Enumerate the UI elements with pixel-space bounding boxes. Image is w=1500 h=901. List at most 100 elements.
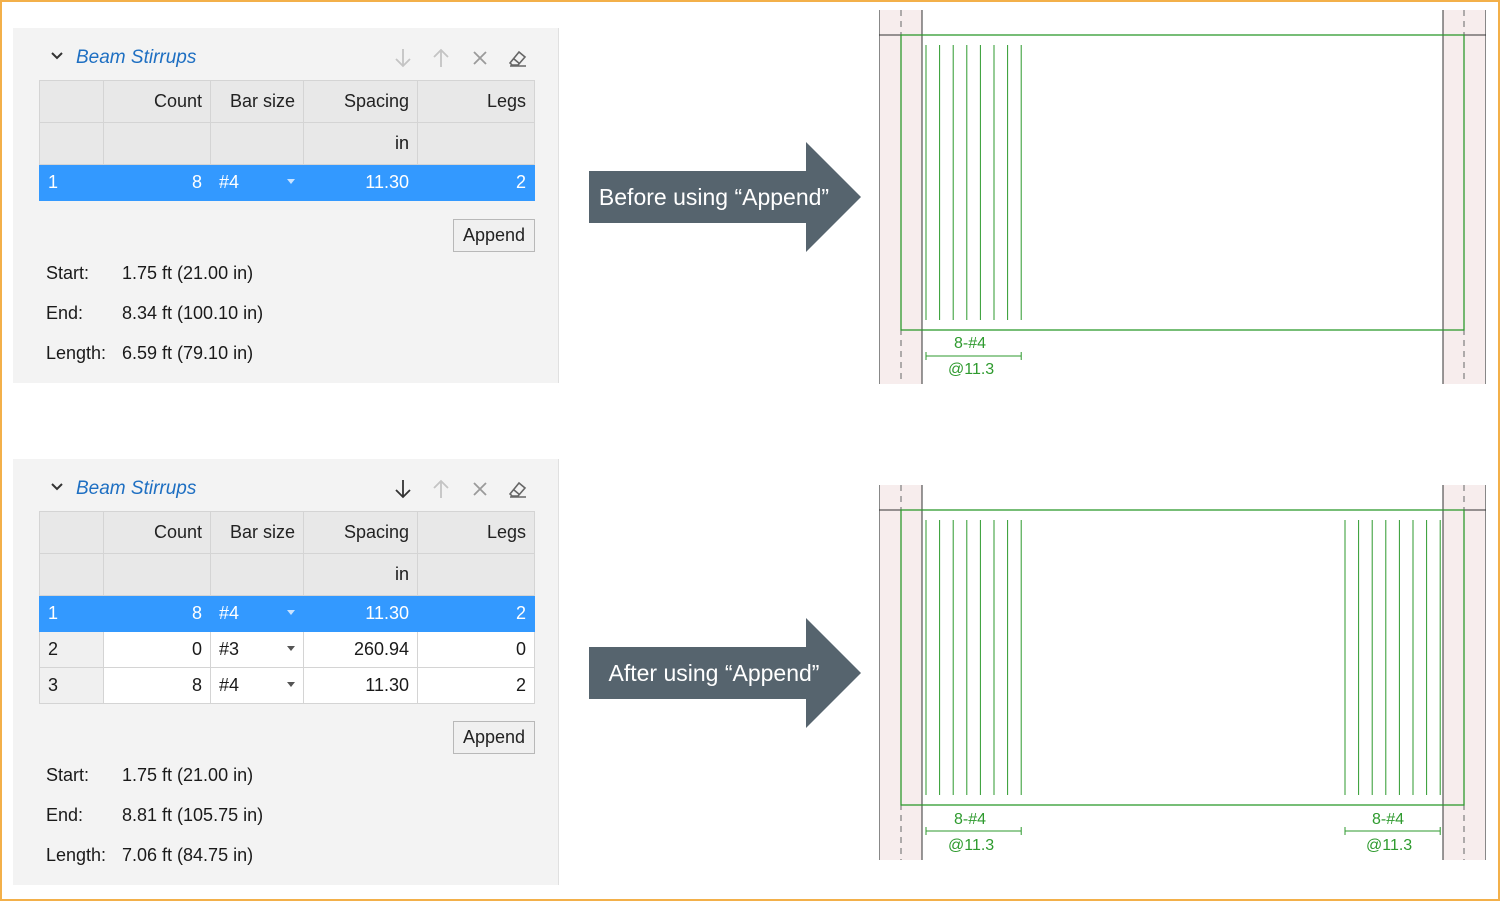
bar-size-value: #4: [219, 172, 240, 192]
end-value: 8.34 ft (100.10 in): [122, 303, 264, 323]
eraser-icon[interactable]: [506, 46, 530, 70]
table-units-row: in: [39, 122, 535, 165]
table-header-row: Count Bar size Spacing Legs: [39, 511, 535, 554]
move-down-icon[interactable]: [391, 477, 415, 501]
spacing-cell[interactable]: 11.30: [303, 164, 418, 201]
legs-cell[interactable]: 2: [417, 667, 535, 704]
panel-header: Beam Stirrups: [13, 473, 559, 505]
legs-cell[interactable]: 2: [417, 164, 535, 201]
table-row[interactable]: 2 0 #3 260.94 0: [39, 631, 535, 668]
count-cell[interactable]: 8: [103, 164, 211, 201]
length-value: 6.59 ft (79.10 in): [122, 343, 254, 363]
column-header-bar-size[interactable]: Bar size: [210, 511, 304, 554]
stirrup-spacing-label: @11.3: [1366, 837, 1413, 854]
beam-stirrups-panel-before: Beam Stirrups Count Bar size Spacing Leg…: [13, 28, 559, 383]
spacing-cell[interactable]: 260.94: [303, 631, 418, 668]
dropdown-arrow-icon[interactable]: [287, 682, 295, 687]
column-header-count[interactable]: Count: [103, 511, 211, 554]
spacing-cell[interactable]: 11.30: [303, 595, 418, 632]
panel-title: Beam Stirrups: [76, 47, 197, 68]
start-value: 1.75 ft (21.00 in): [122, 263, 254, 283]
spacing-cell[interactable]: 11.30: [303, 667, 418, 704]
row-index[interactable]: 2: [39, 631, 104, 668]
move-down-icon[interactable]: [391, 46, 415, 70]
dropdown-arrow-icon[interactable]: [287, 610, 295, 615]
move-up-icon[interactable]: [429, 477, 453, 501]
beam-elevation-drawing: [879, 10, 1486, 384]
bar-size-value: #3: [219, 639, 240, 659]
unit-cell: [103, 122, 211, 165]
unit-cell-spacing: in: [303, 553, 418, 596]
unit-cell: [417, 553, 535, 596]
dropdown-arrow-icon[interactable]: [287, 179, 295, 184]
row-index[interactable]: 1: [39, 164, 104, 201]
end-label: End:: [46, 805, 84, 825]
unit-cell: [210, 553, 304, 596]
callout-before-text: Before using “Append”: [598, 183, 830, 210]
length-value: 7.06 ft (84.75 in): [122, 845, 254, 865]
callout-after-text: After using “Append”: [608, 659, 820, 686]
bar-size-dropdown[interactable]: #4: [210, 164, 304, 201]
count-cell[interactable]: 8: [103, 595, 211, 632]
beam-stirrups-panel-after: Beam Stirrups Count Bar size Spacing Leg…: [13, 459, 559, 885]
start-label: Start:: [46, 263, 90, 283]
end-label: End:: [46, 303, 84, 323]
unit-cell: [417, 122, 535, 165]
table-header-row: Count Bar size Spacing Legs: [39, 80, 535, 123]
unit-cell: [39, 553, 104, 596]
collapse-chevron-icon[interactable]: [49, 479, 65, 495]
length-label: Length:: [46, 845, 107, 865]
beam-elevation-drawing: [879, 485, 1486, 860]
column-header-count[interactable]: Count: [103, 80, 211, 123]
length-label: Length:: [46, 343, 107, 363]
table-row[interactable]: 1 8 #4 11.30 2: [39, 164, 535, 201]
beam-outline: [900, 509, 1465, 806]
append-button[interactable]: Append: [453, 721, 535, 754]
column-header-index: [39, 80, 104, 123]
unit-cell: [210, 122, 304, 165]
legs-cell[interactable]: 2: [417, 595, 535, 632]
beam-elevation-before: 8-#4 @11.3: [879, 10, 1486, 384]
column-header-legs[interactable]: Legs: [417, 80, 535, 123]
dimension-line: [925, 352, 1022, 360]
move-up-icon[interactable]: [429, 46, 453, 70]
stirrup-count-label: 8-#4: [954, 335, 987, 352]
unit-cell: [39, 122, 104, 165]
bar-size-value: #4: [219, 675, 240, 695]
stirrups-table: Count Bar size Spacing Legs in 1 8 #4 11…: [39, 511, 535, 704]
collapse-chevron-icon[interactable]: [49, 48, 65, 64]
end-value: 8.81 ft (105.75 in): [122, 805, 264, 825]
append-button[interactable]: Append: [453, 219, 535, 252]
stirrup-count-label: 8-#4: [954, 811, 987, 828]
row-index[interactable]: 1: [39, 595, 104, 632]
start-value: 1.75 ft (21.00 in): [122, 765, 254, 785]
column-header-spacing[interactable]: Spacing: [303, 80, 418, 123]
row-index[interactable]: 3: [39, 667, 104, 704]
beam-outline: [900, 34, 1465, 331]
count-cell[interactable]: 8: [103, 667, 211, 704]
callout-before: Before using “Append”: [589, 142, 861, 252]
stirrup-spacing-label: @11.3: [948, 361, 995, 378]
table-row[interactable]: 3 8 #4 11.30 2: [39, 667, 535, 704]
beam-elevation-after: 8-#4 @11.3 8-#4 @11.3: [879, 485, 1486, 860]
count-cell[interactable]: 0: [103, 631, 211, 668]
unit-cell-spacing: in: [303, 122, 418, 165]
dropdown-arrow-icon[interactable]: [287, 646, 295, 651]
table-row[interactable]: 1 8 #4 11.30 2: [39, 595, 535, 632]
stirrup-spacing-label: @11.3: [948, 837, 995, 854]
bar-size-value: #4: [219, 603, 240, 623]
column-header-spacing[interactable]: Spacing: [303, 511, 418, 554]
stirrup-count-label: 8-#4: [1372, 811, 1405, 828]
stirrup-group: [925, 520, 1441, 835]
bar-size-dropdown[interactable]: #3: [210, 631, 304, 668]
column-header-bar-size[interactable]: Bar size: [210, 80, 304, 123]
delete-icon[interactable]: [468, 477, 492, 501]
panel-header: Beam Stirrups: [13, 42, 559, 74]
delete-icon[interactable]: [468, 46, 492, 70]
bar-size-dropdown[interactable]: #4: [210, 595, 304, 632]
legs-cell[interactable]: 0: [417, 631, 535, 668]
eraser-icon[interactable]: [506, 477, 530, 501]
stirrup-group: [925, 45, 1022, 360]
column-header-legs[interactable]: Legs: [417, 511, 535, 554]
bar-size-dropdown[interactable]: #4: [210, 667, 304, 704]
